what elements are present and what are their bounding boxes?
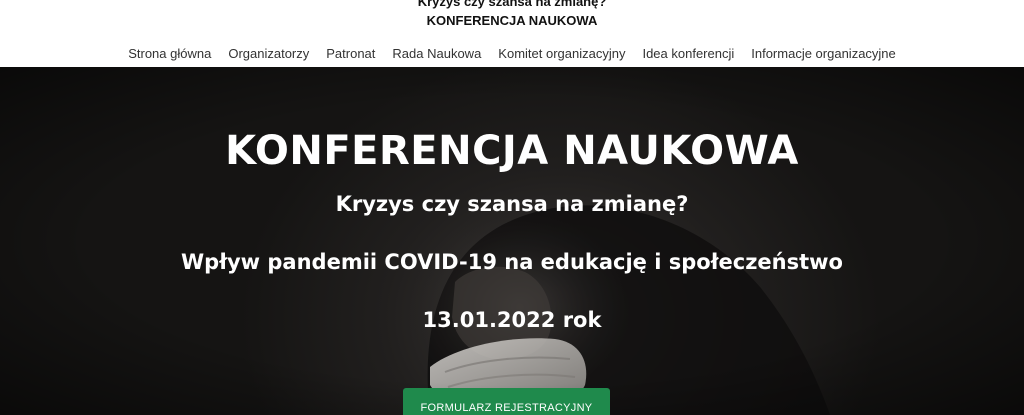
site-subtitle[interactable]: KONFERENCJA NAUKOWA — [0, 13, 1024, 29]
site-header: Kryzys czy szansa na zmianę? KONFERENCJA… — [0, 0, 1024, 67]
nav-item-komitet-organizacyjny[interactable]: Komitet organizacyjny — [498, 44, 625, 64]
site-title[interactable]: Kryzys czy szansa na zmianę? — [0, 0, 1024, 10]
nav-item-organizatorzy[interactable]: Organizatorzy — [228, 44, 309, 64]
hero-question: Kryzys czy szansa na zmianę? — [335, 192, 689, 216]
hero-topic: Wpływ pandemii COVID-19 na edukację i sp… — [181, 250, 843, 274]
hero-title: KONFERENCJA NAUKOWA — [225, 128, 799, 174]
nav-item-informacje-organizacyjne[interactable]: Informacje organizacyjne — [751, 44, 896, 64]
nav-item-idea-konferencji[interactable]: Idea konferencji — [642, 44, 734, 64]
hero-background-image — [0, 67, 1024, 415]
nav-item-patronat[interactable]: Patronat — [326, 44, 375, 64]
hero-banner: KONFERENCJA NAUKOWA Kryzys czy szansa na… — [0, 67, 1024, 415]
hero-date: 13.01.2022 rok — [422, 308, 602, 332]
registration-form-button[interactable]: FORMULARZ REJESTRACYJNY — [403, 388, 610, 415]
nav-item-rada-naukowa[interactable]: Rada Naukowa — [392, 44, 481, 64]
nav-item-strona-glowna[interactable]: Strona główna — [128, 44, 211, 64]
main-nav: Strona główna Organizatorzy Patronat Rad… — [0, 44, 1024, 64]
